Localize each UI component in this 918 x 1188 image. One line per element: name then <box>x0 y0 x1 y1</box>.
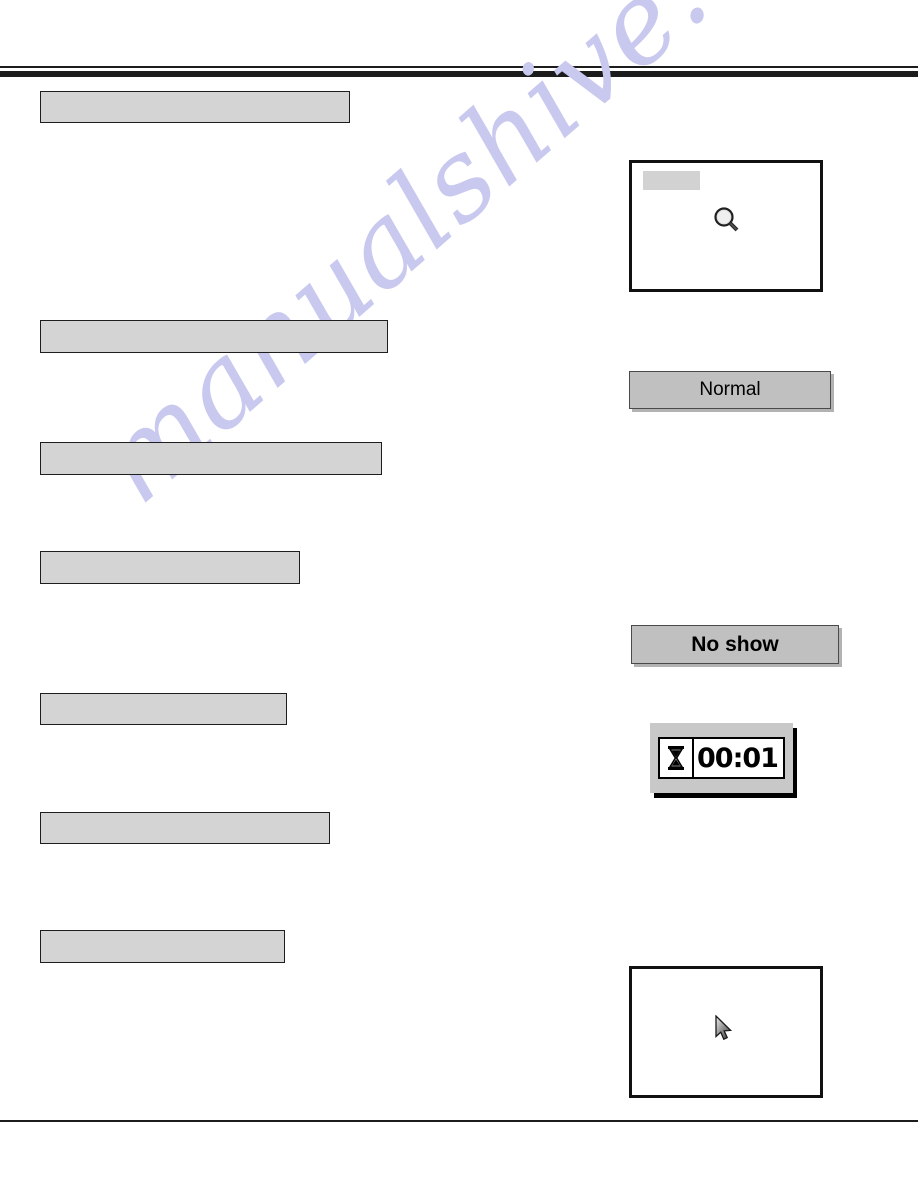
header-rule-thin <box>0 66 918 68</box>
heading-bar-4 <box>40 551 300 584</box>
timer-chip: 00:01 <box>658 737 785 779</box>
timer-value: 00:01 <box>697 742 779 774</box>
screen-preview-top <box>629 160 823 292</box>
heading-bar-5 <box>40 693 287 725</box>
header-rule-thick <box>0 71 918 77</box>
footer-rule <box>0 1120 918 1122</box>
heading-bar-6 <box>40 812 330 844</box>
magnifier-icon <box>712 205 742 235</box>
no-show-button-label: No show <box>691 632 779 656</box>
screen-preview-bottom <box>629 966 823 1098</box>
normal-button-label: Normal <box>699 379 761 400</box>
normal-button[interactable]: Normal <box>629 371 831 409</box>
mouse-pointer-icon <box>714 1015 736 1045</box>
manual-page: manualshive.com Normal No show 00:01 <box>0 0 918 1188</box>
countdown-timer-panel: 00:01 <box>650 723 793 793</box>
heading-bar-7 <box>40 930 285 963</box>
no-show-button[interactable]: No show <box>631 625 839 664</box>
screen-label-redacted <box>643 171 700 190</box>
heading-bar-1 <box>40 91 350 123</box>
heading-bar-2 <box>40 320 388 353</box>
hourglass-icon <box>660 739 695 777</box>
heading-bar-3 <box>40 442 382 475</box>
